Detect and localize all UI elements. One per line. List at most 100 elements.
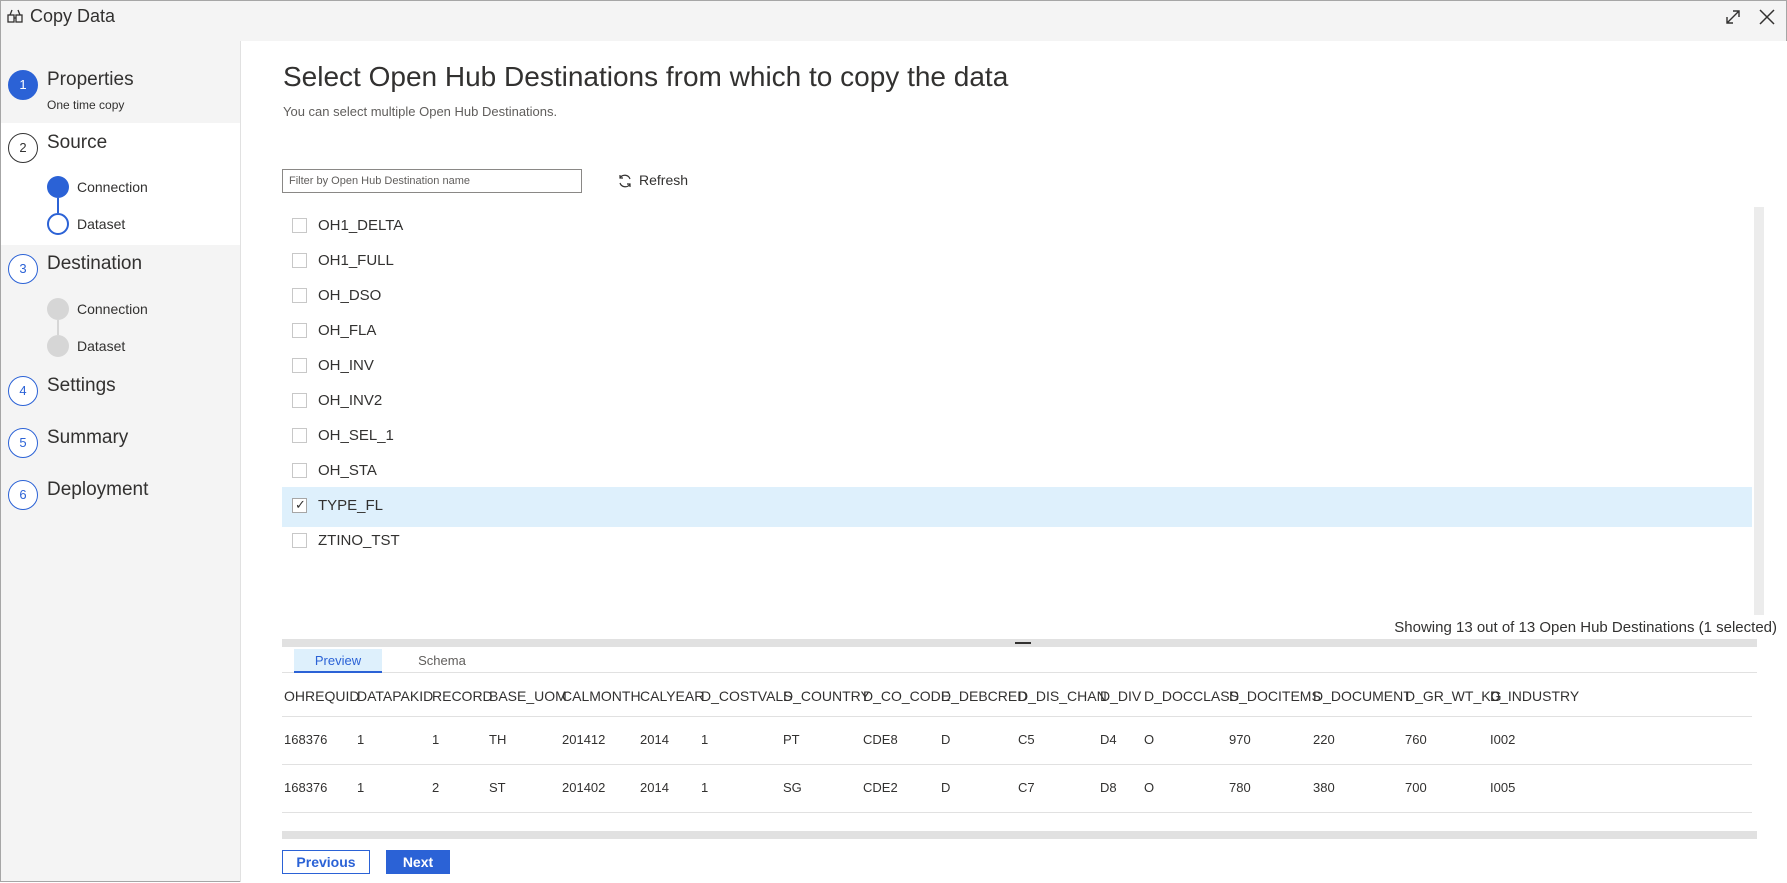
page-subtitle: You can select multiple Open Hub Destina… bbox=[283, 104, 558, 119]
substep-label: Connection bbox=[77, 301, 148, 317]
step-pending-dot bbox=[47, 298, 69, 320]
column-header: D_DIV bbox=[1100, 688, 1142, 704]
table-cell: 1 bbox=[701, 780, 709, 795]
column-header: D_INDUSTRY bbox=[1490, 688, 1580, 704]
next-button[interactable]: Next bbox=[386, 850, 450, 874]
table-cell: 1 bbox=[432, 732, 440, 747]
list-item[interactable]: OH_FLA bbox=[282, 312, 1752, 352]
checkbox[interactable] bbox=[292, 428, 307, 443]
table-cell: 2014 bbox=[640, 732, 669, 747]
copy-data-window: Copy Data 1 Properties One time copy 2 S… bbox=[0, 0, 1787, 882]
list-item[interactable]: OH_INV bbox=[282, 347, 1752, 387]
column-header: D_CO_CODE bbox=[863, 688, 951, 704]
table-cell: 201402 bbox=[562, 780, 606, 795]
checkbox[interactable] bbox=[292, 533, 307, 548]
checkbox[interactable] bbox=[292, 463, 307, 478]
table-cell: CDE8 bbox=[863, 732, 898, 747]
tab-schema[interactable]: Schema bbox=[397, 649, 487, 673]
column-header: D_DIS_CHAN bbox=[1018, 688, 1107, 704]
step-title: Source bbox=[47, 132, 108, 153]
table-cell: 168376 bbox=[284, 732, 328, 747]
list-item[interactable]: OH_SEL_1 bbox=[282, 417, 1752, 457]
item-label: TYPE_FL bbox=[318, 497, 384, 514]
checkbox[interactable] bbox=[292, 253, 307, 268]
open-hub-destination-list: OH1_DELTA OH1_FULL OH_DSO OH_FLA OH_INV … bbox=[282, 207, 1757, 607]
table-cell: 201412 bbox=[562, 732, 606, 747]
table-header: OHREQUID DATAPAKID RECORD BASE_UOM CALMO… bbox=[282, 675, 1752, 717]
item-label: OH_STA bbox=[318, 462, 377, 479]
checkbox[interactable] bbox=[292, 218, 307, 233]
title-bar: Copy Data bbox=[1, 1, 1786, 41]
step-pending-dot bbox=[47, 335, 69, 357]
substep-destination-connection[interactable]: Connection bbox=[47, 298, 227, 320]
list-item[interactable]: OH_DSO bbox=[282, 277, 1752, 317]
substep-source-dataset[interactable]: Dataset bbox=[47, 213, 227, 235]
checkbox-checked[interactable]: ✓ bbox=[292, 497, 307, 513]
step-title: Deployment bbox=[47, 479, 149, 500]
table-cell: D bbox=[941, 780, 951, 795]
checkbox[interactable] bbox=[292, 358, 307, 373]
item-label: OH_INV2 bbox=[318, 392, 383, 409]
checkbox[interactable] bbox=[292, 393, 307, 408]
step-title: Settings bbox=[47, 375, 116, 396]
close-icon[interactable] bbox=[1755, 5, 1779, 29]
table-scrollbar[interactable] bbox=[282, 831, 1757, 839]
substep-source-connection[interactable]: Connection bbox=[47, 176, 227, 198]
list-item-selected[interactable]: ✓ TYPE_FL bbox=[282, 487, 1752, 527]
expand-icon[interactable] bbox=[1721, 5, 1745, 29]
checkbox[interactable] bbox=[292, 323, 307, 338]
substep-label: Connection bbox=[77, 179, 148, 195]
column-header: D_COSTVALS bbox=[701, 688, 793, 704]
tab-preview[interactable]: Preview bbox=[294, 649, 382, 673]
list-item[interactable]: OH_INV2 bbox=[282, 382, 1752, 422]
item-label: OH_DSO bbox=[318, 287, 382, 304]
step-connector bbox=[57, 198, 59, 213]
item-label: OH1_DELTA bbox=[318, 217, 404, 234]
column-header: DATAPAKID bbox=[357, 688, 434, 704]
table-cell: 1 bbox=[357, 732, 365, 747]
step-title: Properties bbox=[47, 69, 134, 90]
step-number: 3 bbox=[8, 254, 38, 284]
refresh-icon bbox=[619, 174, 631, 188]
step-current-dot bbox=[47, 213, 69, 235]
column-header: D_DOCCLASS bbox=[1144, 688, 1239, 704]
checkbox[interactable] bbox=[292, 288, 307, 303]
table-cell: TH bbox=[489, 732, 507, 747]
column-header: D_DOCUMENT bbox=[1313, 688, 1412, 704]
column-header: D_GR_WT_KG bbox=[1405, 688, 1502, 704]
pane-splitter[interactable] bbox=[282, 639, 1757, 647]
step-number: 1 bbox=[8, 70, 38, 100]
table-row[interactable]: 168376 1 1 TH 201412 2014 1 PT CDE8 D C5… bbox=[282, 717, 1752, 765]
wizard-steps-sidebar: 1 Properties One time copy 2 Source Conn… bbox=[1, 41, 240, 883]
table-row[interactable]: 168376 1 2 ST 201402 2014 1 SG CDE2 D C7… bbox=[282, 765, 1752, 813]
list-scrollbar[interactable] bbox=[1754, 207, 1764, 615]
column-header: OHREQUID bbox=[284, 688, 360, 704]
filter-input[interactable] bbox=[282, 169, 582, 193]
column-header: D_DEBCRED bbox=[941, 688, 1028, 704]
table-cell: D4 bbox=[1100, 732, 1117, 747]
list-item[interactable]: ZTINO_TST bbox=[282, 522, 1752, 562]
table-cell: 970 bbox=[1229, 732, 1251, 747]
substep-destination-dataset[interactable]: Dataset bbox=[47, 335, 227, 357]
checkmark-icon: ✓ bbox=[295, 497, 306, 512]
list-item[interactable]: OH1_DELTA bbox=[282, 207, 1752, 247]
table-cell: C7 bbox=[1018, 780, 1035, 795]
step-number: 2 bbox=[8, 133, 38, 163]
list-item[interactable]: OH_STA bbox=[282, 452, 1752, 492]
step-title: Destination bbox=[47, 253, 143, 274]
table-cell: O bbox=[1144, 732, 1155, 747]
list-item[interactable]: OH1_FULL bbox=[282, 242, 1752, 282]
previous-button[interactable]: Previous bbox=[282, 850, 370, 874]
table-cell: 1 bbox=[357, 780, 365, 795]
step-title: Summary bbox=[47, 427, 129, 448]
column-header: D_COUNTRY bbox=[783, 688, 870, 704]
table-cell: 168376 bbox=[284, 780, 328, 795]
table-cell: 780 bbox=[1229, 780, 1251, 795]
selection-count: Showing 13 out of 13 Open Hub Destinatio… bbox=[1394, 619, 1777, 636]
table-cell: 760 bbox=[1405, 732, 1427, 747]
table-cell: C5 bbox=[1018, 732, 1035, 747]
column-header: D_DOCITEMS bbox=[1229, 688, 1321, 704]
splitter-grip-icon[interactable] bbox=[1015, 642, 1031, 644]
table-cell: CDE2 bbox=[863, 780, 898, 795]
column-header: CALYEAR bbox=[640, 688, 705, 704]
